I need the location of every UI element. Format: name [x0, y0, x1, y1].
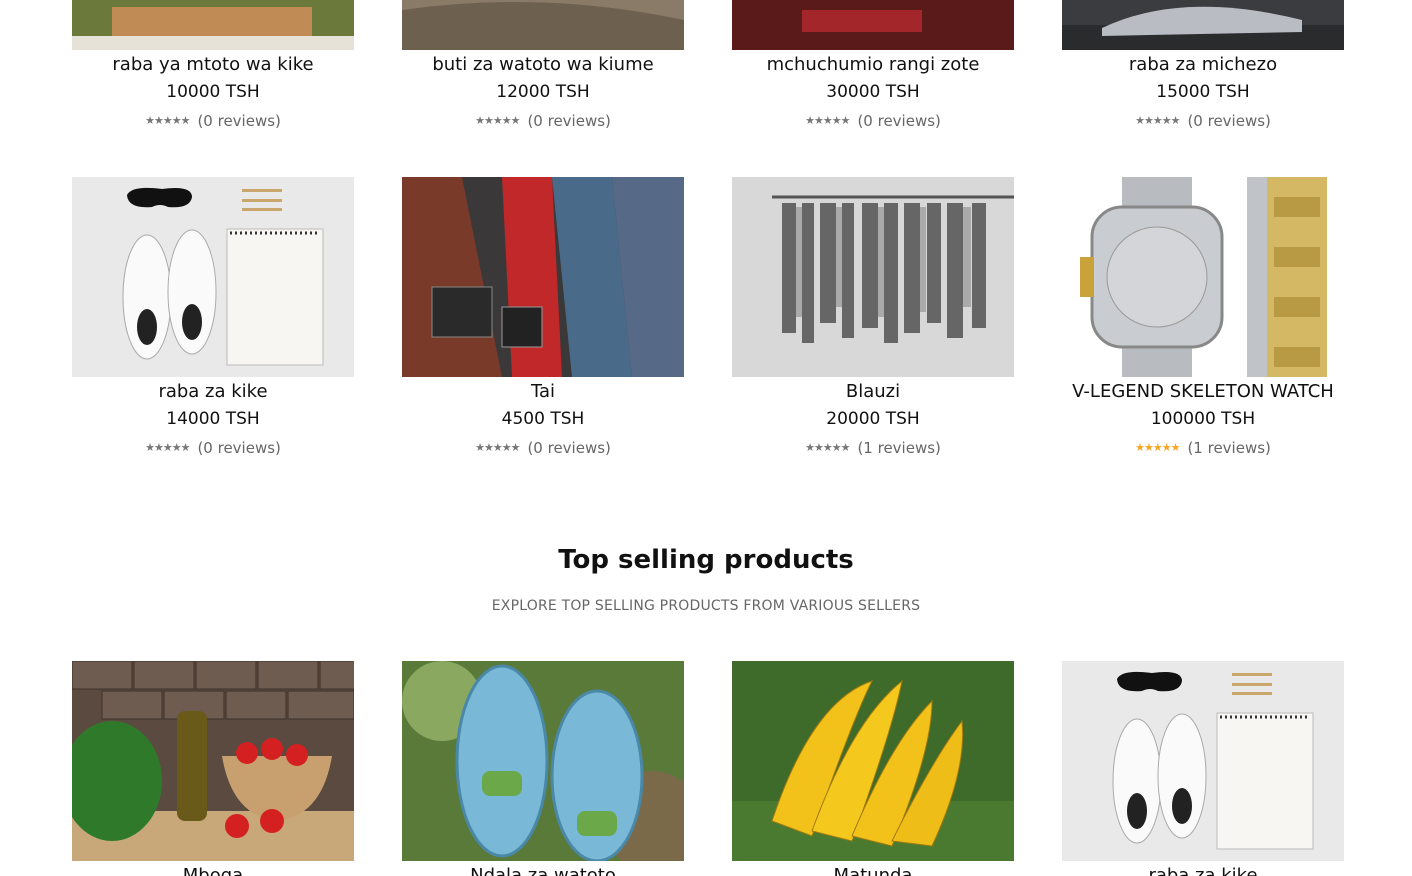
product-rating: ★★★★★ (0 reviews) [145, 112, 281, 130]
product-card[interactable]: raba za kike 14000 TSH ★★★★★ (0 reviews) [72, 177, 354, 457]
product-card[interactable]: V-LEGEND SKELETON WATCH 100000 TSH ★★★★★… [1062, 177, 1344, 457]
product-price: 14000 TSH [166, 409, 260, 429]
product-name[interactable]: Mboga [183, 865, 243, 876]
white-sneakers-notepad-image[interactable] [1062, 661, 1344, 861]
vegetables-oil-image[interactable] [72, 661, 354, 861]
section-subtitle: EXPLORE TOP SELLING PRODUCTS FROM VARIOU… [491, 598, 921, 614]
product-name[interactable]: Ndala za watoto [470, 865, 616, 876]
product-name[interactable]: Matunda [834, 865, 913, 876]
product-price: 12000 TSH [496, 82, 590, 102]
product-card[interactable]: buti za watoto wa kiume 12000 TSH ★★★★★ … [402, 0, 684, 130]
product-card[interactable]: raba ya mtoto wa kike 10000 TSH ★★★★★ (0… [72, 0, 354, 130]
product-name[interactable]: mchuchumio rangi zote [767, 54, 980, 76]
product-rating: ★★★★★ (0 reviews) [145, 439, 281, 457]
product-grid-row-2: raba za kike 14000 TSH ★★★★★ (0 reviews)… [72, 177, 1344, 457]
product-card[interactable]: raba za michezo 15000 TSH ★★★★★ (0 revie… [1062, 0, 1344, 130]
star-rating-icon: ★★★★★ [475, 114, 520, 127]
product-card[interactable]: Matunda [732, 661, 1014, 876]
star-rating-icon: ★★★★★ [1135, 114, 1180, 127]
product-name[interactable]: raba za michezo [1129, 54, 1277, 76]
product-name[interactable]: raba za kike [158, 381, 267, 403]
product-rating: ★★★★★ (0 reviews) [805, 112, 941, 130]
star-rating-icon: ★★★★★ [145, 114, 190, 127]
product-rating: ★★★★★ (0 reviews) [475, 112, 611, 130]
product-card[interactable]: mchuchumio rangi zote 30000 TSH ★★★★★ (0… [732, 0, 1014, 130]
product-name[interactable]: Tai [531, 381, 555, 403]
watch-image[interactable] [1062, 177, 1344, 377]
product-name[interactable]: buti za watoto wa kiume [432, 54, 653, 76]
review-count[interactable]: (0 reviews) [197, 112, 280, 130]
star-rating-icon: ★★★★★ [475, 441, 520, 454]
boots-image[interactable] [402, 0, 684, 50]
blue-slippers-image[interactable] [402, 661, 684, 861]
top-selling-grid: Mboga Ndala za watoto Matunda raba za ki… [72, 661, 1344, 876]
top-selling-section-header: Top selling products EXPLORE TOP SELLING… [0, 544, 1412, 615]
white-sneakers-notepad-image[interactable] [72, 177, 354, 377]
review-count[interactable]: (0 reviews) [1187, 112, 1270, 130]
product-name[interactable]: V-LEGEND SKELETON WATCH [1072, 381, 1334, 403]
product-grid-row-1: raba ya mtoto wa kike 10000 TSH ★★★★★ (0… [72, 0, 1344, 130]
section-title: Top selling products [558, 545, 854, 575]
review-count[interactable]: (0 reviews) [857, 112, 940, 130]
sport-sneaker-image[interactable] [1062, 0, 1344, 50]
bananas-image[interactable] [732, 661, 1014, 861]
product-rating: ★★★★★ (1 reviews) [1135, 439, 1271, 457]
product-rating: ★★★★★ (0 reviews) [475, 439, 611, 457]
product-price: 4500 TSH [501, 409, 585, 429]
product-card[interactable]: Ndala za watoto [402, 661, 684, 876]
star-rating-icon: ★★★★★ [805, 441, 850, 454]
product-card[interactable]: Mboga [72, 661, 354, 876]
product-name[interactable]: Blauzi [846, 381, 900, 403]
product-name[interactable]: raba za kike [1148, 865, 1257, 876]
product-rating: ★★★★★ (0 reviews) [1135, 112, 1271, 130]
product-price: 15000 TSH [1156, 82, 1250, 102]
star-rating-icon: ★★★★★ [805, 114, 850, 127]
product-price: 30000 TSH [826, 82, 920, 102]
product-name[interactable]: raba ya mtoto wa kike [112, 54, 313, 76]
its-a-girl-blocks-image[interactable] [72, 0, 354, 50]
review-count[interactable]: (0 reviews) [527, 439, 610, 457]
review-count[interactable]: (0 reviews) [197, 439, 280, 457]
product-card[interactable]: Blauzi 20000 TSH ★★★★★ (1 reviews) [732, 177, 1014, 457]
product-price: 100000 TSH [1150, 409, 1256, 429]
star-rating-icon: ★★★★★ [1135, 441, 1180, 454]
star-rating-icon: ★★★★★ [145, 441, 190, 454]
review-count[interactable]: (1 reviews) [857, 439, 940, 457]
clothes-rack-image[interactable] [732, 177, 1014, 377]
product-card[interactable]: Tai 4500 TSH ★★★★★ (0 reviews) [402, 177, 684, 457]
product-price: 10000 TSH [166, 82, 260, 102]
product-price: 20000 TSH [826, 409, 920, 429]
review-count[interactable]: (0 reviews) [527, 112, 610, 130]
product-rating: ★★★★★ (1 reviews) [805, 439, 941, 457]
red-heels-image[interactable] [732, 0, 1014, 50]
review-count[interactable]: (1 reviews) [1187, 439, 1270, 457]
ties-cufflinks-image[interactable] [402, 177, 684, 377]
product-card[interactable]: raba za kike [1062, 661, 1344, 876]
